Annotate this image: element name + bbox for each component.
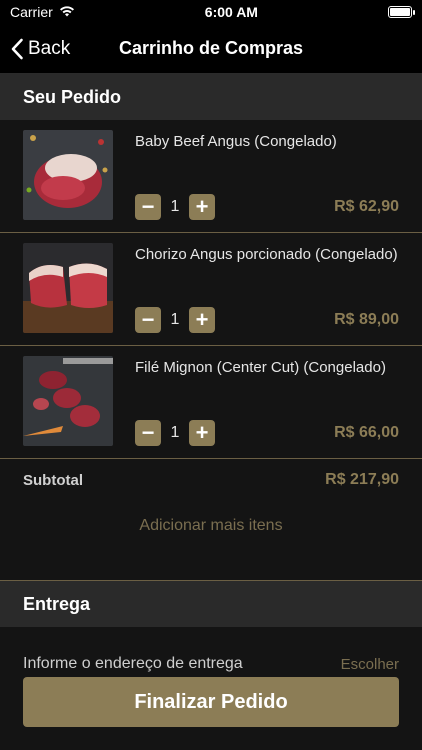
quantity-stepper: − 1 + [135, 420, 215, 446]
finalize-order-button[interactable]: Finalizar Pedido [23, 677, 399, 727]
decrease-quantity-button[interactable]: − [135, 420, 161, 446]
navigation-bar: Back Carrinho de Compras [0, 24, 422, 74]
increase-quantity-button[interactable]: + [189, 420, 215, 446]
subtotal-value: R$ 217,90 [325, 471, 399, 488]
subtotal-row: Subtotal R$ 217,90 [0, 459, 422, 501]
quantity-value: 1 [170, 424, 180, 441]
back-label: Back [28, 37, 71, 59]
cart-item: Baby Beef Angus (Congelado) − 1 + R$ 62,… [0, 120, 422, 233]
chevron-left-icon [11, 38, 23, 59]
plus-icon: + [195, 194, 209, 219]
product-price: R$ 66,00 [334, 424, 399, 441]
minus-icon: − [141, 307, 155, 332]
status-bar: Carrier 6:00 AM [0, 0, 422, 24]
quantity-stepper: − 1 + [135, 307, 215, 333]
decrease-quantity-button[interactable]: − [135, 307, 161, 333]
product-image [23, 130, 113, 220]
carrier-label: Carrier [10, 4, 53, 20]
battery-icon [387, 6, 415, 18]
decrease-quantity-button[interactable]: − [135, 194, 161, 220]
plus-icon: + [195, 307, 209, 332]
product-image [23, 243, 113, 333]
quantity-value: 1 [170, 311, 180, 328]
product-name: Chorizo Angus porcionado (Congelado) [135, 246, 398, 263]
cart-item: Chorizo Angus porcionado (Congelado) − 1… [0, 233, 422, 346]
product-name: Baby Beef Angus (Congelado) [135, 133, 337, 150]
product-price: R$ 89,00 [334, 311, 399, 328]
back-button[interactable]: Back [0, 38, 70, 60]
order-section-header: Seu Pedido [0, 74, 422, 120]
add-more-items-link[interactable]: Adicionar mais itens [0, 501, 422, 551]
minus-icon: − [141, 420, 155, 445]
increase-quantity-button[interactable]: + [189, 194, 215, 220]
section-divider [0, 551, 422, 581]
minus-icon: − [141, 194, 155, 219]
product-image [23, 356, 113, 446]
product-name: Filé Mignon (Center Cut) (Congelado) [135, 359, 386, 376]
delivery-section-header: Entrega [0, 581, 422, 627]
plus-icon: + [195, 420, 209, 445]
cart-item: Filé Mignon (Center Cut) (Congelado) − 1… [0, 346, 422, 459]
quantity-value: 1 [170, 198, 180, 215]
product-price: R$ 62,90 [334, 198, 399, 215]
address-label: Informe o endereço de entrega [23, 655, 243, 672]
choose-address-button[interactable]: Escolher [341, 656, 399, 673]
wifi-icon [59, 4, 75, 20]
subtotal-label: Subtotal [23, 471, 83, 489]
status-time: 6:00 AM [204, 4, 258, 20]
quantity-stepper: − 1 + [135, 194, 215, 220]
increase-quantity-button[interactable]: + [189, 307, 215, 333]
